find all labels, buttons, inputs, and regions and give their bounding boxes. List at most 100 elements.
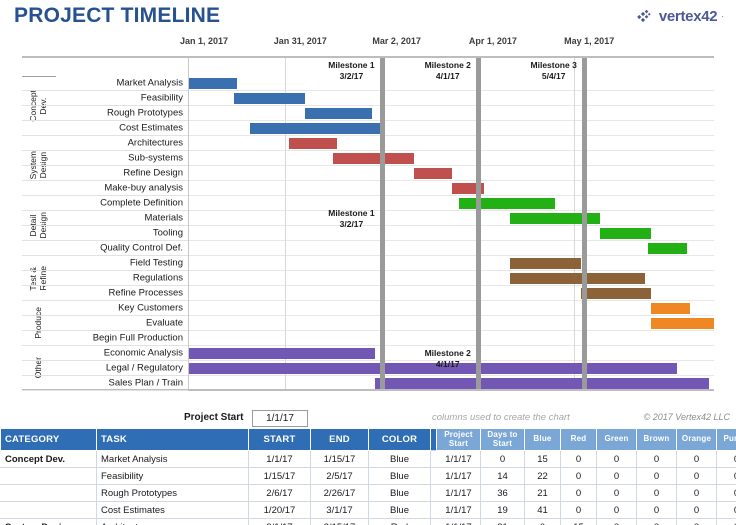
table-row[interactable]: System DesignArchitectures2/1/172/15/17R… bbox=[0, 518, 736, 525]
vertex42-logo: vertex42 · bbox=[636, 8, 724, 25]
chart-row bbox=[189, 301, 714, 316]
cell-brown-days: 0 bbox=[636, 450, 677, 468]
chart-plot-area: Milestone 1 3/2/17 Milestone 1 3/2/17 Milest… bbox=[188, 58, 714, 389]
gantt-bar bbox=[580, 288, 652, 299]
cell-start-date: 2/6/17 bbox=[248, 484, 311, 502]
task-label-row: Quality Control Def. bbox=[22, 241, 188, 256]
table-row[interactable]: Cost Estimates 1/20/17 3/1/17 Blue 1/1/17 19 4… bbox=[0, 501, 736, 519]
cell-start-date: 1/1/17 bbox=[248, 450, 311, 468]
cell-blue-days: 41 bbox=[524, 501, 561, 519]
cell-task: Cost Estimates bbox=[96, 501, 249, 519]
task-label: Rough Prototypes bbox=[106, 107, 183, 119]
header-project-start: Project Start bbox=[436, 428, 481, 451]
project-start-input[interactable]: 1/1/17 bbox=[252, 410, 308, 427]
milestone-marker-line bbox=[581, 58, 587, 389]
cell-category bbox=[0, 501, 97, 519]
table-row[interactable]: Rough Prototypes 2/6/17 2/26/17 Blue 1/1/17 3… bbox=[0, 484, 736, 502]
table-body: Concept Dev. Market Analysis 1/1/17 1/15/17… bbox=[0, 450, 736, 525]
task-label: Sales Plan / Train bbox=[108, 377, 183, 389]
milestone-marker-line bbox=[475, 58, 481, 389]
task-label-row: Tooling bbox=[22, 226, 188, 241]
header-purple: Purple bbox=[716, 428, 736, 451]
cell-start-date: 1/20/17 bbox=[248, 501, 311, 519]
milestone-name: Milestone 1 bbox=[328, 208, 375, 218]
page-title: PROJECT TIMELINE bbox=[14, 4, 221, 27]
gantt-bar bbox=[648, 243, 687, 254]
task-label: Field Testing bbox=[129, 257, 183, 269]
task-label: Economic Analysis bbox=[103, 347, 183, 359]
cell-green-days: 0 bbox=[596, 501, 637, 519]
cell-end-date: 2/26/17 bbox=[310, 484, 369, 502]
helper-columns-note: columns used to create the chart bbox=[432, 412, 570, 423]
milestone-date: 3/2/17 bbox=[339, 70, 364, 81]
cell-brown-days: 0 bbox=[636, 467, 677, 485]
cell-brown-days: 0 bbox=[636, 501, 677, 519]
table-row[interactable]: Feasibility 1/15/17 2/5/17 Blue 1/1/17 14 22 0 0… bbox=[0, 467, 736, 485]
task-label: Legal / Regulatory bbox=[105, 362, 183, 374]
milestone-date: 4/1/17 bbox=[435, 358, 460, 369]
task-label: Architectures bbox=[127, 137, 183, 149]
cell-category: System Design bbox=[0, 518, 97, 525]
task-label-row: Sales Plan / Train bbox=[22, 376, 188, 391]
task-label: Complete Definition bbox=[100, 197, 183, 209]
gantt-bar bbox=[233, 93, 305, 104]
task-label: Market Analysis bbox=[116, 77, 183, 89]
copyright-text: © 2017 Vertex42 LLC bbox=[643, 412, 730, 422]
cell-project-start: 1/1/17 bbox=[436, 467, 481, 485]
cell-red-days: 0 bbox=[560, 467, 597, 485]
cell-blue-days: 0 bbox=[524, 518, 561, 525]
header-end: END bbox=[310, 428, 369, 451]
cell-days-to-start: 14 bbox=[480, 467, 525, 485]
table-row[interactable]: Concept Dev. Market Analysis 1/1/17 1/15/17… bbox=[0, 450, 736, 468]
header-red: Red bbox=[560, 428, 597, 451]
chart-row bbox=[189, 241, 714, 256]
chart-row bbox=[189, 316, 714, 331]
gantt-bar bbox=[189, 78, 238, 89]
cell-color-name: Blue bbox=[368, 467, 431, 485]
chart-row bbox=[189, 106, 714, 121]
cell-brown-days: 0 bbox=[636, 518, 677, 525]
gantt-bar bbox=[249, 123, 382, 134]
table-header-row: CATEGORY TASK START END COLOR Project St… bbox=[0, 428, 736, 451]
task-label-row: Evaluate bbox=[22, 316, 188, 331]
task-label-row: Sub-systems bbox=[22, 151, 188, 166]
task-label-row: Market Analysis bbox=[22, 76, 188, 91]
axis-tick-label: Jan 1, 2017 bbox=[179, 36, 229, 46]
milestone-label: Milestone 3 5/4/17 bbox=[531, 60, 582, 81]
cell-green-days: 0 bbox=[596, 467, 637, 485]
task-label: Cost Estimates bbox=[119, 122, 183, 134]
cell-green-days: 0 bbox=[596, 450, 637, 468]
chart-gridline bbox=[285, 58, 287, 389]
header-blue: Blue bbox=[524, 428, 561, 451]
gantt-bar bbox=[304, 108, 372, 119]
cell-orange-days: 0 bbox=[676, 501, 717, 519]
task-label-row: Make-buy analysis bbox=[22, 181, 188, 196]
header-orange: Orange bbox=[676, 428, 717, 451]
cell-blue-days: 21 bbox=[524, 484, 561, 502]
cell-orange-days: 0 bbox=[676, 518, 717, 525]
gantt-bar bbox=[510, 258, 581, 269]
cell-color-name: Blue bbox=[368, 450, 431, 468]
task-label: Quality Control Def. bbox=[100, 242, 183, 254]
task-label: Evaluate bbox=[146, 317, 183, 329]
cell-green-days: 0 bbox=[596, 518, 637, 525]
gantt-bar bbox=[288, 138, 337, 149]
header-brown: Brown bbox=[636, 428, 677, 451]
cell-end-date: 1/15/17 bbox=[310, 450, 369, 468]
vertex42-diamonds-icon bbox=[636, 9, 651, 22]
task-label-row: Legal / Regulatory bbox=[22, 361, 188, 376]
cell-red-days: 15 bbox=[560, 518, 597, 525]
task-label-row: Complete Definition bbox=[22, 196, 188, 211]
axis-tick-label: Apr 1, 2017 bbox=[468, 36, 517, 46]
cell-purple-days: 0 bbox=[716, 450, 736, 468]
task-label: Tooling bbox=[152, 227, 183, 239]
milestone-name: Milestone 3 bbox=[530, 60, 577, 70]
task-data-table: CATEGORY TASK START END COLOR Project St… bbox=[0, 428, 736, 525]
cell-orange-days: 0 bbox=[676, 450, 717, 468]
chart-row bbox=[189, 256, 714, 271]
cell-category bbox=[0, 467, 97, 485]
cell-days-to-start: 19 bbox=[480, 501, 525, 519]
axis-tick-label: May 1, 2017 bbox=[564, 36, 615, 46]
milestone-date: 5/4/17 bbox=[541, 70, 566, 81]
task-label-row: Refine Processes bbox=[22, 286, 188, 301]
